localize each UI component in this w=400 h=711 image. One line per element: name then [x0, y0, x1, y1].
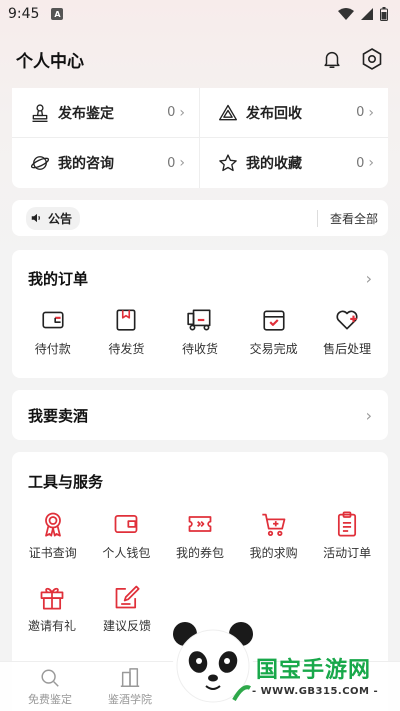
gift-icon	[38, 583, 66, 611]
stamp-icon	[30, 103, 50, 123]
quick-item-label: 发布回收	[246, 105, 302, 122]
tool-my-coupons[interactable]: 我的券包	[164, 510, 236, 561]
order-status-label: 待发货	[108, 342, 145, 356]
tool-activity-orders[interactable]: 活动订单	[311, 510, 383, 561]
box-check-icon	[260, 306, 288, 334]
quick-item-label: 我的收藏	[246, 156, 302, 172]
quick-item-my-consult[interactable]: 我的咨询 0 ›	[12, 138, 200, 188]
notice-tag: 公告	[26, 206, 81, 230]
my-orders-header[interactable]: 我的订单 ›	[12, 250, 388, 306]
nav-label: 鉴酒学院	[108, 692, 152, 706]
planet-icon	[30, 153, 50, 173]
tool-certificate-query[interactable]: 证书查询	[17, 510, 89, 561]
tool-label: 邀请有礼	[27, 619, 76, 633]
quick-item-count: 0	[167, 105, 176, 120]
chevron-right-icon: ›	[179, 104, 185, 121]
quick-item-label: 发布鉴定	[58, 105, 114, 122]
battery-icon	[380, 7, 388, 21]
tools-header: 工具与服务	[12, 452, 388, 510]
quick-item-count: 0	[356, 155, 365, 171]
order-status-label: 待收货	[181, 342, 218, 356]
tool-label: 我的求购	[249, 546, 298, 560]
status-icons	[338, 7, 388, 21]
wallet-icon	[39, 306, 67, 334]
status-bar: 9:45 A	[0, 0, 400, 28]
order-status-label: 交易完成	[249, 342, 298, 356]
search-icon	[39, 667, 61, 689]
order-pending-shipment[interactable]: 待发货	[90, 306, 162, 357]
tool-feedback[interactable]: 建议反馈	[91, 583, 163, 634]
chevron-right-icon: ›	[368, 155, 374, 171]
truck-icon	[186, 306, 214, 334]
tool-label: 证书查询	[28, 546, 77, 560]
nav-liquor-academy[interactable]: 鉴酒学院	[90, 662, 170, 711]
star-icon	[218, 153, 238, 173]
section-title: 工具与服务	[28, 472, 104, 491]
edit-icon	[113, 583, 141, 611]
clipboard-icon	[333, 510, 361, 538]
page-title: 个人中心	[16, 51, 84, 72]
section-title: 我要卖酒	[28, 406, 89, 425]
tool-my-purchase-requests[interactable]: 我的求购	[238, 510, 310, 561]
status-time: 9:45	[8, 6, 40, 22]
sell-liquor-card[interactable]: 我要卖酒 ›	[12, 390, 388, 440]
tool-label: 活动订单	[323, 546, 372, 560]
wallet-icon	[112, 510, 140, 538]
page-header: 个人中心	[0, 40, 400, 78]
order-completed[interactable]: 交易完成	[238, 306, 310, 357]
settings-icon[interactable]	[360, 47, 384, 71]
tool-label: 我的券包	[175, 546, 224, 560]
bottom-navigation: 免费鉴定 鉴酒学院	[0, 661, 400, 711]
quick-item-publish-appraisal[interactable]: 发布鉴定 0 ›	[12, 88, 200, 138]
tool-label: 建议反馈	[102, 619, 151, 633]
certificate-icon	[39, 510, 67, 538]
order-after-sales[interactable]: 售后处理	[311, 306, 383, 357]
heart-plus-icon	[333, 306, 361, 334]
notification-badge: A	[51, 8, 64, 20]
quick-item-label: 我的咨询	[58, 156, 114, 172]
bell-icon[interactable]	[320, 47, 344, 71]
chevron-right-icon: ›	[365, 268, 372, 288]
wifi-icon	[338, 8, 354, 20]
nav-free-appraisal[interactable]: 免费鉴定	[10, 662, 90, 711]
quick-actions-card: 发布鉴定 0 › 发布回收 0 › 我的咨询 0 › 我的收藏 0 ›	[12, 88, 388, 188]
signal-icon	[361, 8, 373, 20]
tool-invite-gift[interactable]: 邀请有礼	[16, 583, 88, 634]
chevron-right-icon: ›	[179, 155, 185, 171]
nav-label: 免费鉴定	[28, 692, 72, 706]
building-icon	[119, 667, 141, 689]
coupon-icon	[186, 510, 214, 538]
order-status-label: 待付款	[34, 342, 71, 356]
quick-item-publish-recycle[interactable]: 发布回收 0 ›	[200, 88, 388, 138]
my-orders-card: 我的订单 › 待付款 待发货 待收货 交易完成 售后处理	[12, 250, 388, 378]
quick-item-my-favorites[interactable]: 我的收藏 0 ›	[200, 138, 388, 188]
order-pending-receipt[interactable]: 待收货	[164, 306, 236, 357]
quick-item-count: 0	[356, 105, 365, 120]
notice-label: 公告	[48, 211, 73, 226]
speaker-icon	[31, 213, 40, 223]
chevron-right-icon: ›	[365, 405, 372, 425]
tool-personal-wallet[interactable]: 个人钱包	[90, 510, 162, 561]
notice-view-all-link[interactable]: 查看全部	[316, 209, 378, 227]
order-status-label: 售后处理	[323, 342, 372, 356]
cart-plus-icon	[260, 510, 288, 538]
order-pending-payment[interactable]: 待付款	[17, 306, 89, 357]
tool-label: 个人钱包	[102, 546, 151, 560]
package-icon	[112, 306, 140, 334]
notice-bar[interactable]: 公告 查看全部	[12, 200, 388, 236]
quick-item-count: 0	[167, 155, 176, 171]
section-title: 我的订单	[28, 269, 89, 288]
recycle-icon	[218, 103, 238, 123]
chevron-right-icon: ›	[368, 104, 374, 121]
